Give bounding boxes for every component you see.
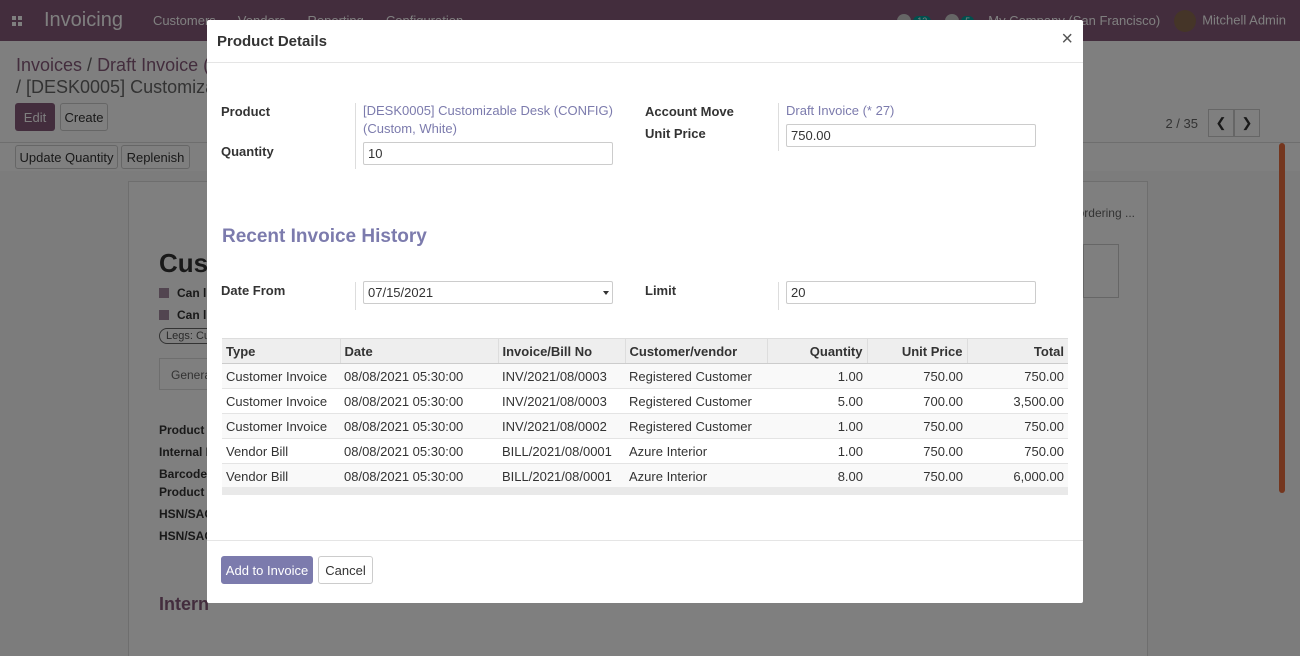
product-link-line2: (Custom, White) [363, 121, 457, 136]
cell-unit-price: 750.00 [867, 438, 967, 464]
quantity-label: Quantity [221, 144, 274, 159]
cell-unit-price: 750.00 [867, 463, 967, 489]
cell-quantity: 1.00 [767, 363, 867, 389]
table-row[interactable]: Vendor Bill 08/08/2021 05:30:00 BILL/202… [222, 438, 1068, 464]
cell-quantity: 8.00 [767, 463, 867, 489]
date-from-label: Date From [221, 283, 286, 298]
column-header-quantity[interactable]: Quantity [766, 338, 867, 364]
cell-invoice-no: INV/2021/08/0003 [498, 388, 625, 414]
table-row[interactable]: Vendor Bill 08/08/2021 05:30:00 BILL/202… [222, 463, 1068, 489]
cell-customer: Registered Customer [625, 413, 767, 439]
product-label: Product [221, 104, 271, 119]
table-row[interactable]: Customer Invoice 08/08/2021 05:30:00 INV… [222, 388, 1068, 414]
limit-input[interactable] [786, 281, 1036, 304]
divider [355, 282, 356, 310]
cell-customer: Registered Customer [625, 363, 767, 389]
cell-unit-price: 700.00 [867, 388, 967, 414]
cell-date: 08/08/2021 05:30:00 [340, 363, 498, 389]
cell-customer: Registered Customer [625, 388, 767, 414]
cell-type: Customer Invoice [222, 388, 340, 414]
modal-title: Product Details [217, 33, 328, 50]
table-row[interactable]: Customer Invoice 08/08/2021 05:30:00 INV… [222, 363, 1068, 389]
cell-quantity: 1.00 [767, 413, 867, 439]
cell-quantity: 5.00 [767, 388, 867, 414]
cell-total: 750.00 [967, 438, 1068, 464]
cell-total: 750.00 [967, 413, 1068, 439]
recent-invoice-history-title: Recent Invoice History [222, 226, 427, 247]
divider [355, 103, 356, 169]
date-from-input[interactable]: 07/15/2021 [363, 281, 613, 304]
product-details-dialog: Product Details × Product [DESK0005] Cus… [207, 20, 1083, 603]
date-from-value: 07/15/2021 [368, 285, 434, 300]
column-header-total[interactable]: Total [966, 338, 1068, 364]
cell-date: 08/08/2021 05:30:00 [340, 438, 498, 464]
modal-header: Product Details × [207, 20, 1083, 63]
cell-quantity: 1.00 [767, 438, 867, 464]
cell-type: Customer Invoice [222, 413, 340, 439]
cell-unit-price: 750.00 [867, 413, 967, 439]
cell-invoice-no: INV/2021/08/0003 [498, 363, 625, 389]
invoice-history-table: Type Date Invoice/Bill No Customer/vendo… [222, 338, 1068, 489]
product-link-line1: [DESK0005] Customizable Desk (CONFIG) [363, 103, 613, 118]
table-footer [222, 487, 1068, 495]
cell-date: 08/08/2021 05:30:00 [340, 388, 498, 414]
cell-type: Vendor Bill [222, 463, 340, 489]
cell-total: 750.00 [967, 363, 1068, 389]
table-row[interactable]: Customer Invoice 08/08/2021 05:30:00 INV… [222, 413, 1068, 439]
table-header-row: Type Date Invoice/Bill No Customer/vendo… [222, 338, 1068, 364]
add-to-invoice-button[interactable]: Add to Invoice [221, 556, 313, 584]
cell-type: Vendor Bill [222, 438, 340, 464]
product-link[interactable]: [DESK0005] Customizable Desk (CONFIG) (C… [363, 102, 613, 138]
column-header-date[interactable]: Date [339, 338, 498, 364]
close-icon[interactable]: × [1061, 28, 1073, 51]
column-header-type[interactable]: Type [222, 338, 340, 364]
divider [778, 103, 779, 151]
unit-price-input[interactable] [786, 124, 1036, 147]
cell-customer: Azure Interior [625, 463, 767, 489]
cell-customer: Azure Interior [625, 438, 767, 464]
cell-invoice-no: BILL/2021/08/0001 [498, 463, 625, 489]
cell-date: 08/08/2021 05:30:00 [340, 463, 498, 489]
cancel-button[interactable]: Cancel [318, 556, 373, 584]
account-move-label: Account Move [645, 104, 734, 119]
caret-down-icon [603, 291, 609, 295]
limit-label: Limit [645, 283, 677, 298]
cell-unit-price: 750.00 [867, 363, 967, 389]
column-header-invoice-no[interactable]: Invoice/Bill No [497, 338, 625, 364]
account-move-link[interactable]: Draft Invoice (* 27) [786, 102, 894, 120]
unit-price-label: Unit Price [645, 126, 706, 141]
cell-invoice-no: BILL/2021/08/0001 [498, 438, 625, 464]
cell-total: 6,000.00 [967, 463, 1068, 489]
quantity-input[interactable] [363, 142, 613, 165]
column-header-unit-price[interactable]: Unit Price [866, 338, 967, 364]
divider [778, 282, 779, 310]
modal-footer: Add to Invoice Cancel [207, 540, 1083, 603]
cell-total: 3,500.00 [967, 388, 1068, 414]
cell-date: 08/08/2021 05:30:00 [340, 413, 498, 439]
column-header-customer[interactable]: Customer/vendor [624, 338, 767, 364]
cell-type: Customer Invoice [222, 363, 340, 389]
cell-invoice-no: INV/2021/08/0002 [498, 413, 625, 439]
